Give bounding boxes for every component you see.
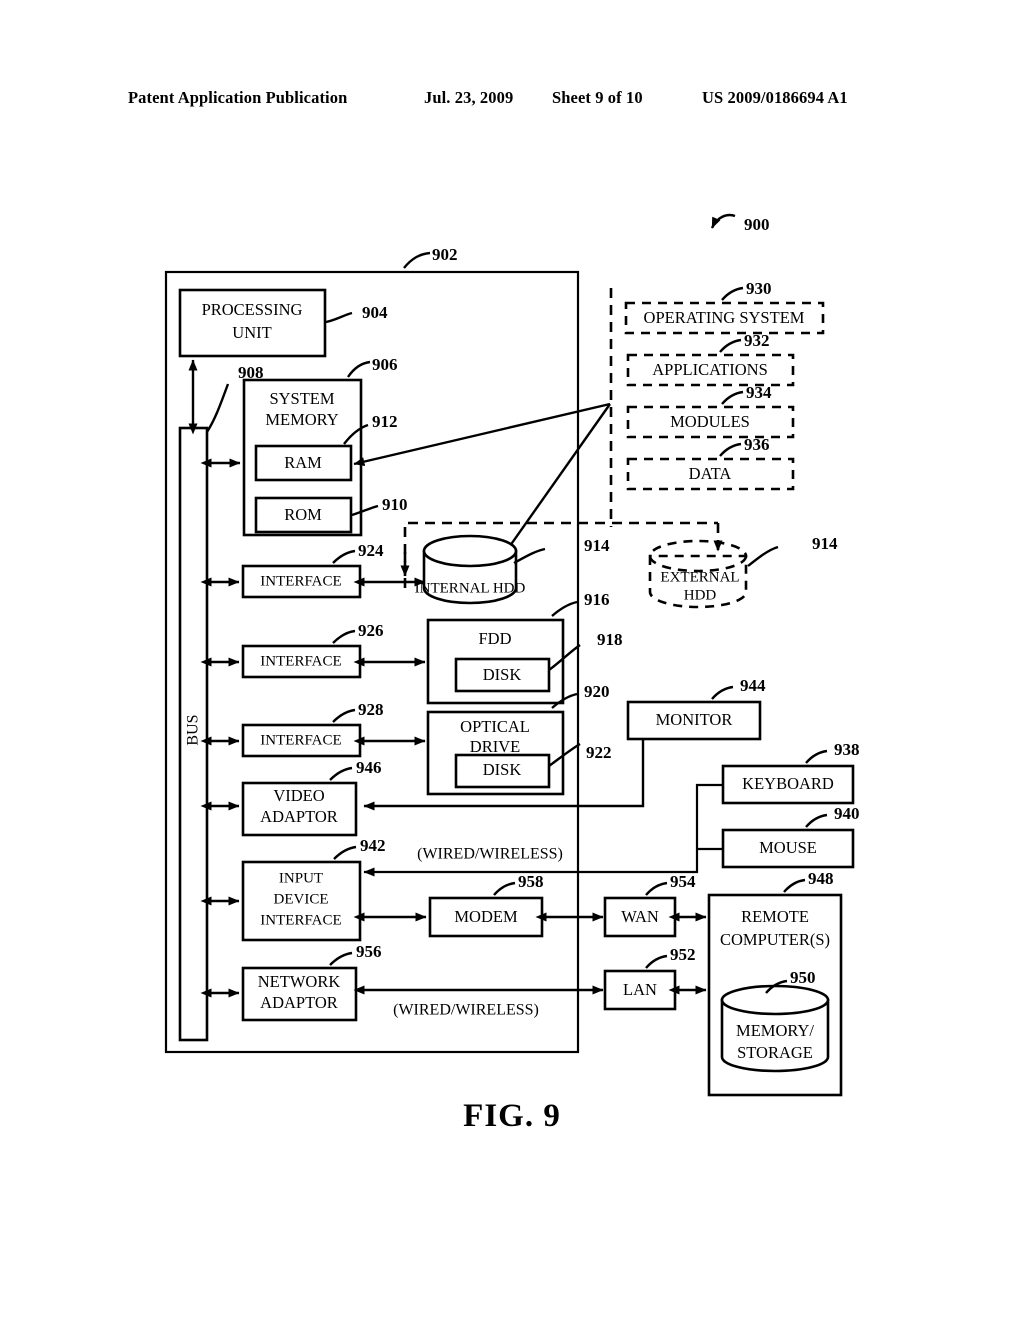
lead-914-internal xyxy=(513,547,546,565)
lead-902 xyxy=(403,251,431,269)
ref-number-928: 928 xyxy=(358,700,384,719)
ref-number-910: 910 xyxy=(382,495,408,514)
ref-number-904: 904 xyxy=(362,303,388,322)
ref-number-950: 950 xyxy=(790,968,816,987)
lead-914-external xyxy=(747,545,779,567)
ref-number-954: 954 xyxy=(670,872,696,891)
ref-number-956: 956 xyxy=(356,942,382,961)
lead-924 xyxy=(332,549,356,564)
lead-956 xyxy=(329,951,353,966)
lead-906 xyxy=(347,360,371,378)
ref-number-936: 936 xyxy=(744,435,770,454)
external-hdd-label-line2: HDD xyxy=(684,587,717,603)
modules-label: MODULES xyxy=(670,412,750,431)
remote-computers-label-line2: COMPUTER(S) xyxy=(720,930,830,949)
network-adaptor-label-line2: ADAPTOR xyxy=(260,993,338,1012)
processing-unit-label-line2: UNIT xyxy=(232,323,271,342)
video-adaptor-label-line2: ADAPTOR xyxy=(260,807,338,826)
lead-948 xyxy=(783,878,806,893)
lead-952 xyxy=(645,954,668,969)
lead-946 xyxy=(329,766,353,781)
keyboard-label: KEYBOARD xyxy=(742,774,834,793)
ref-number-946: 946 xyxy=(356,758,382,777)
ref-number-922: 922 xyxy=(586,743,612,762)
lead-938 xyxy=(805,749,828,764)
lead-934 xyxy=(721,390,744,405)
optical-drive-label-line1: OPTICAL xyxy=(460,717,530,736)
lead-954 xyxy=(645,881,668,896)
lead-904 xyxy=(325,311,353,324)
mouse-label: MOUSE xyxy=(759,838,817,857)
lead-930 xyxy=(721,286,744,301)
lead-944 xyxy=(711,685,734,700)
wired-wireless-annotation-upper: (WIRED/WIRELESS) xyxy=(417,846,563,863)
interface-hdd-label: INTERFACE xyxy=(260,573,341,589)
operating-system-label: OPERATING SYSTEM xyxy=(644,308,805,327)
overall-ref-900-pointer xyxy=(710,213,736,229)
ref-number-902: 902 xyxy=(432,245,458,264)
bus-label: BUS xyxy=(185,714,202,745)
figure-caption: FIG. 9 xyxy=(463,1098,561,1134)
ref-number-918: 918 xyxy=(597,630,623,649)
input-device-interface-label-line1: INPUT xyxy=(279,870,323,886)
ref-number-920: 920 xyxy=(584,682,610,701)
optical-disk-label: DISK xyxy=(483,760,522,779)
interface-fdd-label: INTERFACE xyxy=(260,653,341,669)
data-label: DATA xyxy=(689,464,732,483)
lead-932 xyxy=(719,338,742,353)
lead-958 xyxy=(493,881,516,896)
processing-unit-label-line1: PROCESSING xyxy=(202,300,303,319)
remote-computers-label-line1: REMOTE xyxy=(741,907,809,926)
memory-storage-label-line1: MEMORY/ xyxy=(736,1021,814,1040)
network-adaptor-label-line1: NETWORK xyxy=(258,972,341,991)
modem-label: MODEM xyxy=(454,907,518,926)
wired-wireless-annotation-lower: (WIRED/WIRELESS) xyxy=(393,1002,539,1019)
wan-label: WAN xyxy=(621,907,659,926)
ref-number-914-internal: 914 xyxy=(584,536,610,555)
ref-number-932: 932 xyxy=(744,331,770,350)
ref-number-958: 958 xyxy=(518,872,544,891)
lead-916 xyxy=(551,600,578,617)
ref-number-912: 912 xyxy=(372,412,398,431)
ref-number-914-external: 914 xyxy=(812,534,838,553)
external-hdd-label-line1: EXTERNAL xyxy=(660,569,739,585)
ref-number-900: 900 xyxy=(744,215,770,234)
ref-number-930: 930 xyxy=(746,279,772,298)
input-device-interface-label-line3: INTERFACE xyxy=(260,912,341,928)
ref-number-944: 944 xyxy=(740,676,766,695)
fdd-disk-label: DISK xyxy=(483,665,522,684)
ref-number-940: 940 xyxy=(834,804,860,823)
rom-label: ROM xyxy=(284,505,322,524)
fdd-label: FDD xyxy=(478,629,511,648)
lead-908 xyxy=(205,383,230,433)
lead-942 xyxy=(333,845,357,860)
ref-number-924: 924 xyxy=(358,541,384,560)
video-adaptor-label-line1: VIDEO xyxy=(273,786,324,805)
ref-number-942: 942 xyxy=(360,836,386,855)
ram-label: RAM xyxy=(284,453,322,472)
ref-number-952: 952 xyxy=(670,945,696,964)
monitor-label: MONITOR xyxy=(656,710,733,729)
lead-926 xyxy=(332,629,356,644)
lead-936 xyxy=(719,442,742,457)
interface-optical-label: INTERFACE xyxy=(260,732,341,748)
ref-number-916: 916 xyxy=(584,590,610,609)
lan-label: LAN xyxy=(623,980,657,999)
lead-928 xyxy=(332,708,356,723)
optical-drive-label-line2: DRIVE xyxy=(470,737,520,756)
ref-number-948: 948 xyxy=(808,869,834,888)
memory-storage-label-line2: STORAGE xyxy=(737,1043,813,1062)
system-memory-label-line2: MEMORY xyxy=(265,410,338,429)
lead-940 xyxy=(805,813,828,828)
internal-hdd-label: INTERNAL HDD xyxy=(415,580,526,596)
ref-number-906: 906 xyxy=(372,355,398,374)
input-device-interface-label-line2: DEVICE xyxy=(274,891,329,907)
ref-number-938: 938 xyxy=(834,740,860,759)
system-memory-label-line1: SYSTEM xyxy=(269,389,334,408)
ref-number-926: 926 xyxy=(358,621,384,640)
ref-number-934: 934 xyxy=(746,383,772,402)
applications-label: APPLICATIONS xyxy=(652,360,768,379)
